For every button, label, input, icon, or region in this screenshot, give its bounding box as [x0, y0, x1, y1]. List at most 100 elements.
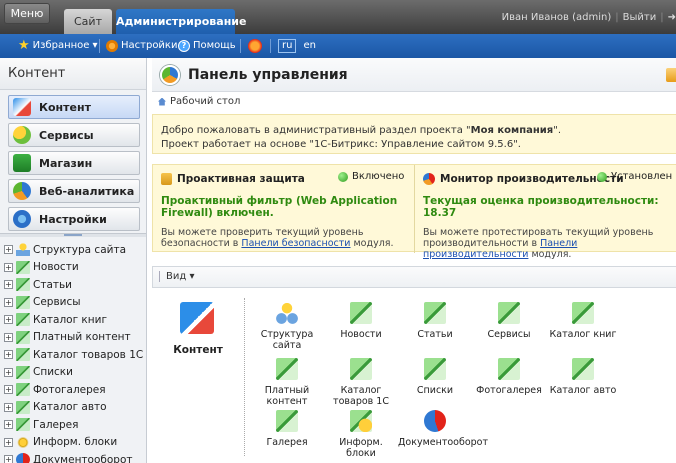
tree-item-label: Структура сайта	[33, 243, 127, 256]
sidebar-button-label: Контент	[39, 100, 91, 114]
grid-item[interactable]: Информ. блоки	[324, 410, 398, 459]
grid-item[interactable]: Сервисы	[472, 302, 546, 340]
tree-item-label: Каталог товаров 1С	[33, 348, 144, 361]
help-button[interactable]: ? Помощь	[178, 34, 236, 58]
welcome-text: ".	[553, 125, 561, 136]
tree-item-label: Документооборот	[33, 453, 133, 463]
performance-status-text: Установлен	[611, 171, 673, 182]
grid-item-label: Сервисы	[487, 329, 531, 340]
grid-item[interactable]: Документооборот	[398, 410, 488, 448]
export-icon[interactable]	[666, 68, 676, 82]
tree-item-label: Платный контент	[33, 331, 131, 344]
grid-item[interactable]: Каталог товаров 1С	[324, 358, 398, 407]
tree-item[interactable]: + Фотогалерея	[4, 381, 144, 399]
tree-item[interactable]: + Новости	[4, 259, 144, 277]
tree-item[interactable]: + Каталог товаров 1С	[4, 346, 144, 364]
tree-item[interactable]: + Документооборот	[4, 451, 144, 463]
expand-icon[interactable]: +	[4, 420, 13, 430]
lock-icon	[161, 173, 172, 185]
tree-item[interactable]: + Галерея	[4, 416, 144, 434]
grid-item[interactable]: Структура сайта	[250, 302, 324, 351]
breadcrumb-desktop[interactable]: Рабочий стол	[170, 96, 240, 107]
tab-administration[interactable]: Администрирование	[116, 9, 246, 34]
expand-icon[interactable]: +	[4, 402, 13, 412]
tree-item[interactable]: + Статьи	[4, 276, 144, 294]
site-structure-icon	[16, 243, 30, 257]
iblock-icon	[350, 302, 372, 324]
category-label: Контент	[173, 344, 223, 356]
sidebar-resize-handle[interactable]	[0, 233, 146, 237]
security-description: Вы можете проверить текущий уровень безо…	[161, 227, 406, 249]
grid-item-label: Статьи	[417, 329, 453, 340]
favorites-menu[interactable]: ★ Избранное ▾	[18, 34, 97, 58]
sidebar-button-services[interactable]: Сервисы	[8, 123, 140, 147]
user-name-link[interactable]: Иван Иванов (admin)	[502, 12, 612, 23]
tree-item[interactable]: + Структура сайта	[4, 241, 144, 259]
sidebar-button-label: Сервисы	[39, 128, 94, 142]
lang-ru[interactable]: ru	[278, 39, 297, 53]
iblock-icon	[350, 358, 372, 380]
security-panel-link[interactable]: Панели безопасности	[241, 238, 350, 249]
grid-item[interactable]: Новости	[324, 302, 398, 340]
grid-item-label: Фотогалерея	[476, 385, 542, 396]
performance-text: модуля.	[528, 249, 572, 260]
welcome-text: Добро пожаловать в административный разд…	[161, 125, 471, 136]
pin-icon[interactable]: ➜	[668, 12, 676, 23]
tree-item[interactable]: + Каталог книг	[4, 311, 144, 329]
performance-score: Текущая оценка производительности: 18.37	[423, 195, 659, 219]
toolbar-separator	[240, 39, 241, 53]
workflow-icon	[16, 453, 30, 463]
sidebar-button-shop[interactable]: Магазин	[8, 151, 140, 175]
tree-item[interactable]: + Каталог авто	[4, 399, 144, 417]
logout-link[interactable]: Выйти	[623, 12, 657, 23]
grid-item[interactable]: Списки	[398, 358, 472, 396]
category-content[interactable]: Контент	[152, 298, 244, 458]
iblock-icon	[276, 358, 298, 380]
bitrix-button[interactable]	[248, 34, 262, 58]
expand-icon[interactable]: +	[4, 297, 13, 307]
tree-item[interactable]: + Списки	[4, 364, 144, 382]
grid-item[interactable]: Статьи	[398, 302, 472, 340]
tree-item-label: Каталог авто	[33, 401, 107, 414]
expand-icon[interactable]: +	[4, 280, 13, 290]
expand-icon[interactable]: +	[4, 367, 13, 377]
expand-icon[interactable]: +	[4, 262, 13, 272]
sidebar-button-settings[interactable]: Настройки	[8, 207, 140, 231]
performance-status: Установлен	[597, 171, 672, 182]
tree-item[interactable]: + Платный контент	[4, 329, 144, 347]
expand-icon[interactable]: +	[4, 455, 13, 463]
expand-icon[interactable]: +	[4, 332, 13, 342]
view-menu-button[interactable]: Вид ▾	[159, 271, 194, 282]
shop-cart-icon	[13, 154, 31, 172]
breadcrumb: Рабочий стол	[158, 96, 240, 107]
sidebar: Контент Контент Сервисы Магазин Веб-анал…	[0, 58, 147, 463]
sidebar-button-analytics[interactable]: Веб-аналитика	[8, 179, 140, 203]
tree-item[interactable]: + Сервисы	[4, 294, 144, 312]
site-structure-icon	[276, 302, 298, 324]
performance-monitor-icon	[423, 173, 435, 185]
expand-icon[interactable]: +	[4, 315, 13, 325]
expand-icon[interactable]: +	[4, 350, 13, 360]
grid-item[interactable]: Галерея	[250, 410, 324, 448]
settings-button[interactable]: Настройки	[106, 34, 177, 58]
grid-item[interactable]: Каталог книг	[546, 302, 620, 340]
grid-item[interactable]: Платный контент	[250, 358, 324, 407]
star-icon: ★	[18, 38, 30, 53]
divider	[244, 298, 245, 456]
expand-icon[interactable]: +	[4, 437, 13, 447]
toolbar-separator	[99, 39, 100, 53]
tab-site[interactable]: Сайт	[64, 9, 112, 34]
grid-item[interactable]: Фотогалерея	[472, 358, 546, 396]
iblock-icon	[16, 313, 30, 327]
grid-item[interactable]: Каталог авто	[546, 358, 620, 396]
content-icon	[13, 98, 31, 116]
tree-item[interactable]: + Информ. блоки	[4, 434, 144, 452]
expand-icon[interactable]: +	[4, 385, 13, 395]
expand-icon[interactable]: +	[4, 245, 13, 255]
lang-en[interactable]: en	[303, 34, 316, 58]
iblock-icon	[276, 410, 298, 432]
menu-button[interactable]: Меню	[4, 3, 50, 24]
content-tree: + Структура сайта + Новости + Статьи + Сервисы +…	[4, 241, 144, 463]
security-text: модуля.	[350, 238, 394, 249]
sidebar-button-content[interactable]: Контент	[8, 95, 140, 119]
